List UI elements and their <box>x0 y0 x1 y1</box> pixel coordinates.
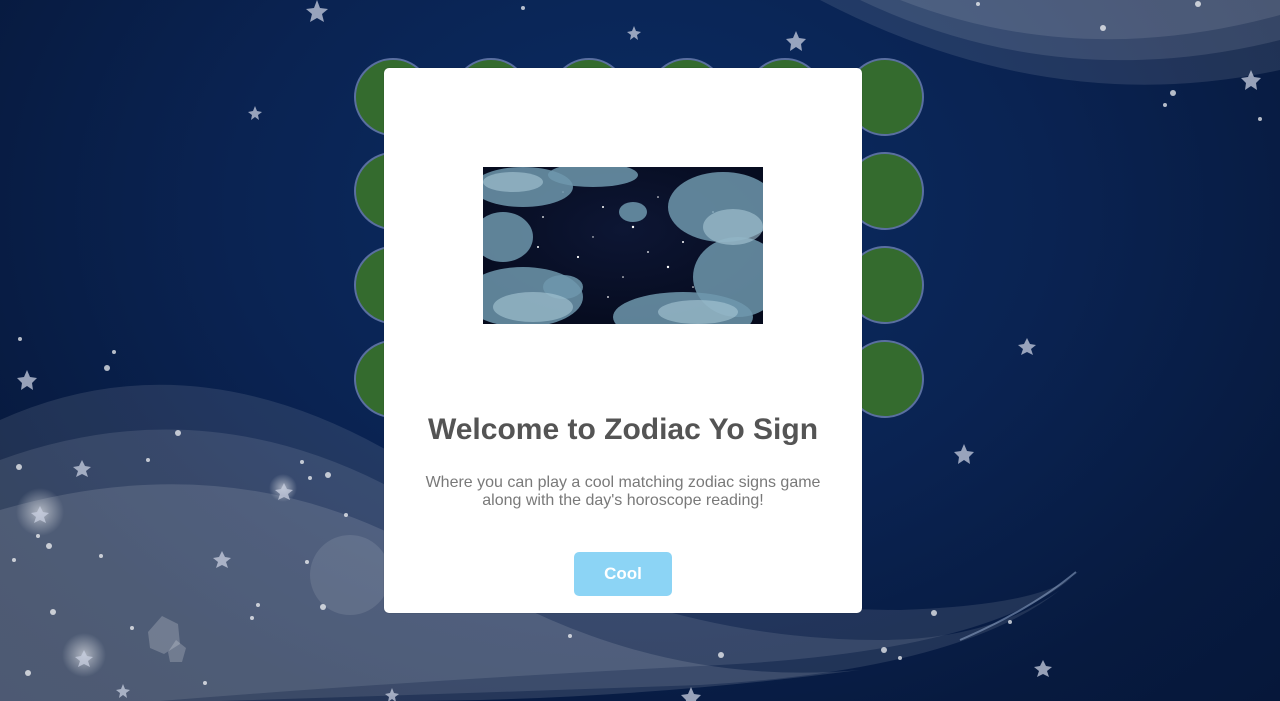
cool-button[interactable]: Cool <box>574 552 672 596</box>
night-sky-image <box>483 167 763 324</box>
dialog-description-line2: along with the day's horoscope reading! <box>482 492 764 509</box>
dialog-description: Where you can play a cool matching zodia… <box>414 474 832 510</box>
cloudy-night-sky-icon <box>483 167 763 324</box>
game-page: Welcome to Zodiac Yo Sign Where you can … <box>0 0 1280 701</box>
dialog-description-line1: Where you can play a cool matching zodia… <box>425 474 821 491</box>
dialog-title: Welcome to Zodiac Yo Sign <box>427 413 819 446</box>
welcome-dialog: Welcome to Zodiac Yo Sign Where you can … <box>384 68 862 613</box>
